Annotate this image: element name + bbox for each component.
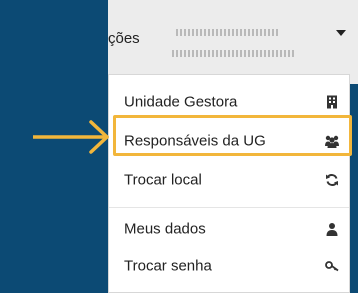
user-icon [324, 221, 340, 237]
top-header: ções [108, 0, 358, 84]
user-dropdown-menu: Unidade Gestora Responsáveis da UG Troca… [108, 74, 350, 293]
redacted-user-subtitle [172, 50, 294, 57]
menu-item-label: Unidade Gestora [124, 93, 238, 111]
menu-item-meus-dados[interactable]: Meus dados [109, 213, 349, 245]
highlight-box [113, 115, 352, 156]
menu-divider [109, 207, 349, 208]
menu-item-unidade-gestora[interactable]: Unidade Gestora [109, 86, 349, 118]
key-icon [324, 258, 340, 274]
redacted-user-name [176, 29, 278, 36]
menu-item-label: Meus dados [124, 220, 206, 238]
menu-item-trocar-local[interactable]: Trocar local [109, 164, 349, 196]
menu-item-label: Trocar senha [124, 257, 212, 275]
user-dropdown-toggle[interactable] [170, 22, 330, 64]
sync-icon [324, 172, 340, 188]
menu-item-trocar-senha[interactable]: Trocar senha [109, 250, 349, 282]
menu-item-label: Trocar local [124, 171, 202, 189]
nav-item-partial[interactable]: ções [108, 30, 140, 47]
chevron-down-icon[interactable] [336, 30, 346, 36]
building-icon [324, 94, 340, 110]
right-arrow-icon [31, 118, 111, 161]
